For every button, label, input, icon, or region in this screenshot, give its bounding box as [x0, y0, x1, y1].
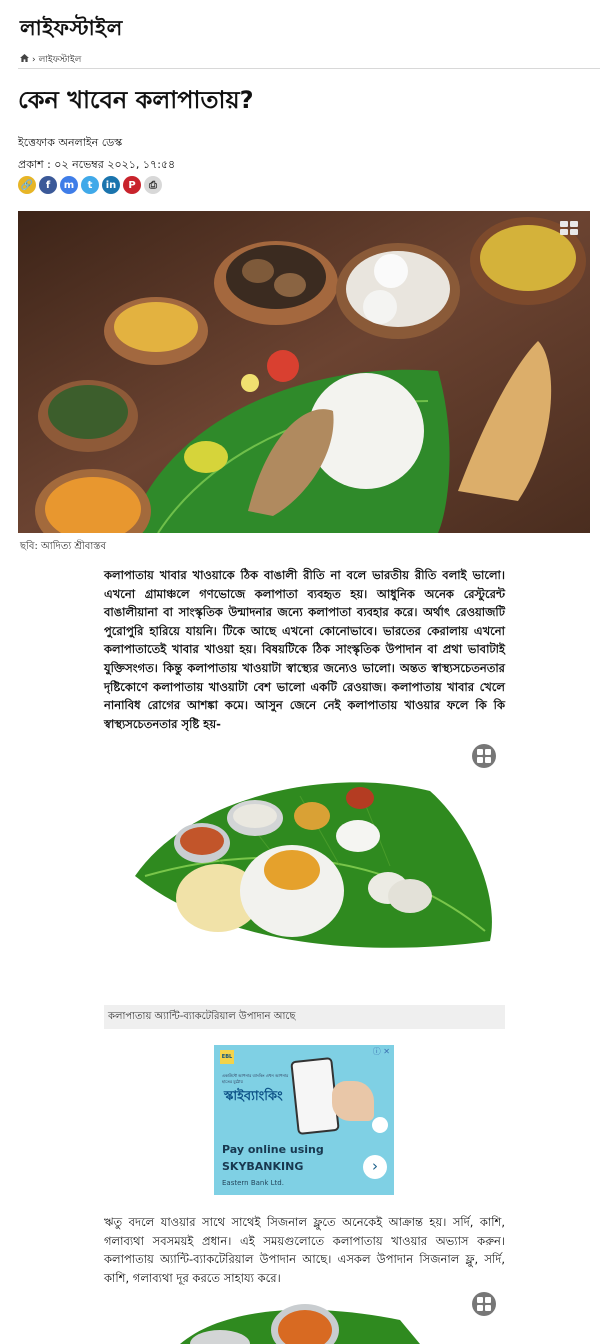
ad-company: Eastern Bank Ltd.: [222, 1179, 284, 1187]
home-icon[interactable]: [20, 54, 29, 65]
section-title[interactable]: লাইফস্টাইল: [20, 12, 123, 47]
ad-choices-icon[interactable]: ⓘ ✕: [373, 1046, 390, 1057]
twitter-share-icon[interactable]: t: [81, 176, 99, 194]
share-buttons: 🔗 f m t in P ⎙: [18, 176, 162, 194]
advertisement-banner[interactable]: EBL ⓘ ✕ একাউন্টে আপনার ব্যাংকিং এখন আপনা…: [214, 1045, 394, 1195]
article-paragraph-2: ঋতু বদলে যাওয়ার সাথে সাথেই সিজনাল ফ্লুত…: [104, 1215, 505, 1285]
facebook-share-icon[interactable]: f: [39, 176, 57, 194]
article-paragraph: কলাপাতায় খাবার খাওয়াকে ঠিক বাঙালী রীতি…: [104, 568, 505, 731]
breadcrumb-separator: ›: [32, 54, 36, 65]
expand-image-icon[interactable]: [472, 744, 496, 768]
article-author[interactable]: ইত্তেফাক অনলাইন ডেস্ক: [18, 134, 122, 153]
article-headline: কেন খাবেন কলাপাতায়?: [18, 86, 254, 114]
published-date: প্রকাশ : ০২ নভেম্বর ২০২১, ১৭:৫৪: [18, 158, 176, 171]
gallery-icon[interactable]: [560, 220, 578, 239]
ad-logo: [372, 1117, 388, 1133]
expand-image-icon[interactable]: [472, 1292, 496, 1316]
linkedin-share-icon[interactable]: in: [102, 176, 120, 194]
link-share-icon[interactable]: 🔗: [18, 176, 36, 194]
banana-leaf-meal-image[interactable]: [130, 766, 500, 956]
header-divider: [18, 68, 600, 69]
breadcrumb-current[interactable]: লাইফস্টাইল: [39, 52, 82, 67]
breadcrumb: › লাইফস্টাইল: [20, 52, 81, 67]
image-caption: কলাপাতায় অ্যান্টি-ব্যাকটেরিয়াল উপাদান …: [104, 1005, 505, 1029]
hero-image[interactable]: [18, 211, 590, 533]
ad-brand: SKYBANKING: [222, 1160, 304, 1173]
print-share-icon[interactable]: ⎙: [144, 176, 162, 194]
hand-graphic: [332, 1081, 374, 1121]
messenger-share-icon[interactable]: m: [60, 176, 78, 194]
hero-caption: ছবি: আদিত্য শ্রীবাস্তব: [20, 541, 107, 552]
bottom-article-image[interactable]: [180, 1300, 420, 1344]
ad-headline: স্কাইব্যাংকিং: [224, 1089, 283, 1104]
ad-tagline: একাউন্টে আপনার ব্যাংকিং এখন আপনার হাতের …: [222, 1073, 289, 1084]
ad-brand-badge: EBL: [220, 1050, 234, 1064]
pinterest-share-icon[interactable]: P: [123, 176, 141, 194]
ad-text: Pay online using: [222, 1143, 324, 1156]
ad-arrow-icon[interactable]: ›: [363, 1155, 387, 1179]
